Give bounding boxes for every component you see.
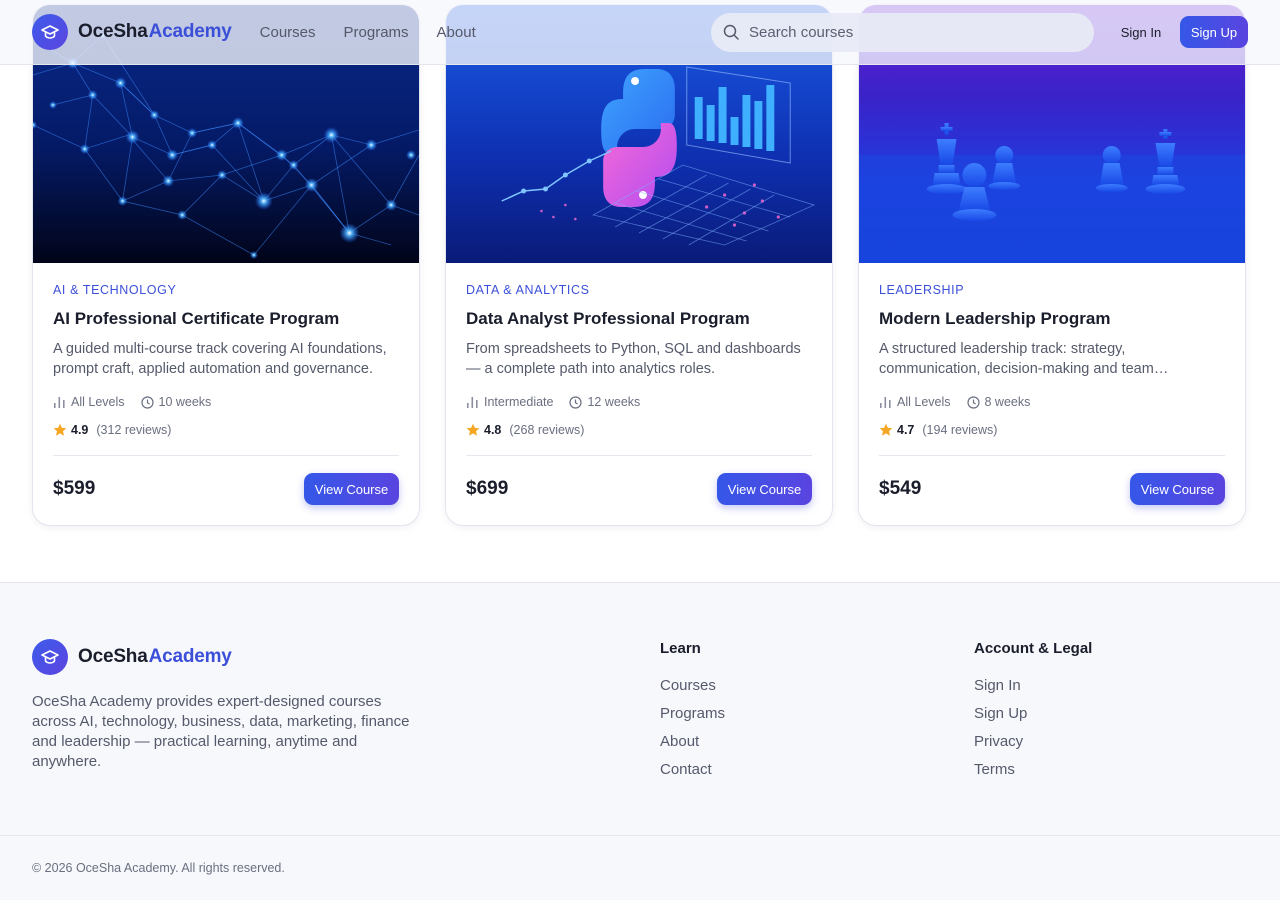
course-price: $549 bbox=[879, 478, 922, 499]
footer-account-heading: Account & Legal bbox=[974, 640, 1093, 657]
footer-link-sign-in[interactable]: Sign In bbox=[974, 677, 1021, 694]
course-rating: 4.7 (194 reviews) bbox=[879, 422, 1225, 438]
clock-icon bbox=[140, 395, 154, 409]
course-title[interactable]: AI Professional Certificate Program bbox=[53, 309, 399, 329]
sign-up-button[interactable]: Sign Up bbox=[1180, 16, 1248, 48]
star-icon bbox=[879, 423, 893, 436]
star-icon bbox=[53, 423, 67, 436]
card-footer: $599 View Course bbox=[53, 456, 399, 522]
course-duration-text: 12 weeks bbox=[587, 395, 641, 409]
course-category: AI & TECHNOLOGY bbox=[53, 283, 177, 297]
footer-link-programs[interactable]: Programs bbox=[660, 705, 725, 722]
review-count: (268 reviews) bbox=[509, 423, 585, 437]
site-footer: OceShaAcademy OceSha Academy provides ex… bbox=[0, 582, 1280, 900]
clock-icon bbox=[966, 395, 980, 409]
course-rating: 4.8 (268 reviews) bbox=[466, 422, 812, 438]
course-level-text: All Levels bbox=[71, 395, 125, 409]
brand-name: OceShaAcademy bbox=[78, 21, 232, 43]
card-footer: $699 View Course bbox=[466, 456, 812, 522]
nav-courses[interactable]: Courses bbox=[260, 24, 316, 41]
course-level-text: Intermediate bbox=[484, 395, 554, 409]
brand-name-part1: OceSha bbox=[78, 21, 148, 42]
course-duration: 8 weeks bbox=[966, 395, 1031, 409]
course-title[interactable]: Data Analyst Professional Program bbox=[466, 309, 812, 329]
course-rating: 4.9 (312 reviews) bbox=[53, 422, 399, 438]
bar-chart-icon bbox=[54, 396, 65, 408]
course-card[interactable]: AI & TECHNOLOGY AI Professional Certific… bbox=[32, 4, 420, 526]
course-duration: 10 weeks bbox=[140, 395, 212, 409]
course-description: From spreadsheets to Python, SQL and das… bbox=[466, 341, 801, 377]
course-category: DATA & ANALYTICS bbox=[466, 283, 590, 297]
copyright-text: © 2026 OceSha Academy. All rights reserv… bbox=[32, 860, 285, 875]
course-price: $699 bbox=[466, 478, 509, 499]
footer-link-about[interactable]: About bbox=[660, 733, 699, 750]
footer-link-sign-up[interactable]: Sign Up bbox=[974, 705, 1027, 722]
star-icon bbox=[466, 423, 480, 436]
course-level-text: All Levels bbox=[897, 395, 951, 409]
course-duration: 12 weeks bbox=[569, 395, 640, 409]
course-meta: All Levels 10 weeks bbox=[53, 394, 399, 410]
brand-logo[interactable]: OceShaAcademy bbox=[32, 14, 232, 50]
card-footer: $549 View Course bbox=[879, 456, 1225, 522]
course-price: $599 bbox=[53, 478, 96, 499]
footer-account-column: Account & Legal Sign In Sign Up Privacy … bbox=[974, 640, 1092, 788]
footer-description: OceSha Academy provides expert-designed … bbox=[32, 693, 410, 770]
view-course-button[interactable]: View Course bbox=[304, 473, 399, 505]
sign-in-button[interactable]: Sign In bbox=[1110, 16, 1172, 48]
course-title[interactable]: Modern Leadership Program bbox=[879, 309, 1225, 329]
rating-value: 4.7 bbox=[897, 423, 915, 437]
footer-link-terms[interactable]: Terms bbox=[974, 761, 1015, 778]
course-meta: Intermediate 12 weeks bbox=[466, 394, 812, 410]
review-count: (194 reviews) bbox=[922, 423, 998, 437]
footer-learn-column: Learn Courses Programs About Contact bbox=[660, 640, 725, 788]
rating-value: 4.8 bbox=[484, 423, 502, 437]
course-duration-text: 8 weeks bbox=[984, 395, 1031, 409]
search-bar[interactable] bbox=[711, 13, 1094, 52]
footer-brand-part2: Academy bbox=[148, 646, 232, 667]
footer-brand-name: OceShaAcademy bbox=[78, 646, 232, 668]
review-count: (312 reviews) bbox=[96, 423, 172, 437]
nav-about[interactable]: About bbox=[437, 24, 476, 41]
course-card-list: AI & TECHNOLOGY AI Professional Certific… bbox=[32, 4, 1248, 526]
search-icon bbox=[723, 24, 739, 40]
view-course-button[interactable]: View Course bbox=[717, 473, 812, 505]
footer-link-courses[interactable]: Courses bbox=[660, 677, 716, 694]
course-description: A structured leadership track: strategy,… bbox=[879, 341, 1154, 377]
footer-brand-logo[interactable]: OceShaAcademy bbox=[32, 639, 232, 675]
footer-link-privacy[interactable]: Privacy bbox=[974, 733, 1023, 750]
course-category: LEADERSHIP bbox=[879, 283, 965, 297]
nav-programs[interactable]: Programs bbox=[344, 24, 409, 41]
rating-value: 4.9 bbox=[71, 423, 89, 437]
footer-brand-part1: OceSha bbox=[78, 646, 148, 667]
course-meta: All Levels 8 weeks bbox=[879, 394, 1225, 410]
course-card[interactable]: LEADERSHIP Modern Leadership Program A s… bbox=[858, 4, 1246, 526]
search-input[interactable] bbox=[749, 24, 1069, 41]
graduation-cap-icon bbox=[32, 14, 68, 50]
course-level: Intermediate bbox=[466, 395, 553, 409]
main-nav: Courses Programs About bbox=[260, 24, 504, 41]
graduation-cap-icon bbox=[32, 639, 68, 675]
bar-chart-icon bbox=[880, 396, 891, 408]
brand-name-part2: Academy bbox=[148, 21, 232, 42]
view-course-button[interactable]: View Course bbox=[1130, 473, 1225, 505]
footer-bottom-bar: © 2026 OceSha Academy. All rights reserv… bbox=[0, 835, 1280, 900]
top-navbar: OceShaAcademy Courses Programs About Sig… bbox=[0, 0, 1280, 65]
footer-link-contact[interactable]: Contact bbox=[660, 761, 712, 778]
course-level: All Levels bbox=[53, 395, 125, 409]
course-card[interactable]: DATA & ANALYTICS Data Analyst Profession… bbox=[445, 4, 833, 526]
footer-learn-heading: Learn bbox=[660, 640, 701, 657]
clock-icon bbox=[569, 395, 583, 409]
course-description: A guided multi-course track covering AI … bbox=[53, 341, 387, 377]
bar-chart-icon bbox=[467, 396, 478, 408]
course-duration-text: 10 weeks bbox=[158, 395, 212, 409]
course-level: All Levels bbox=[879, 395, 951, 409]
